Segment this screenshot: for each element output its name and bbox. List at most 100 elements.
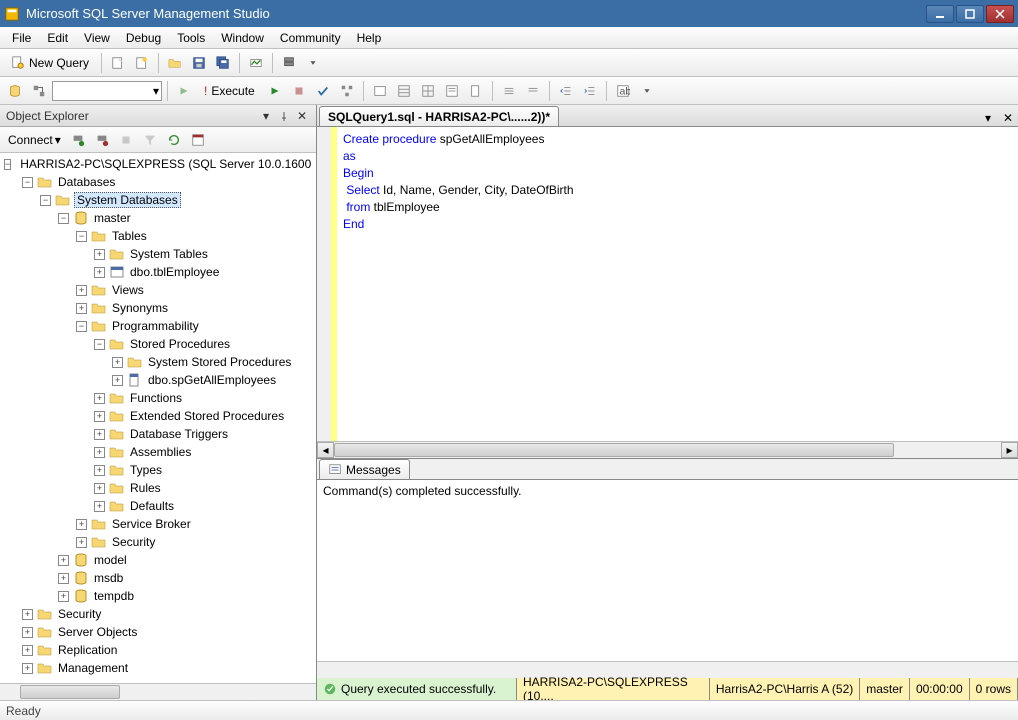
connect-server-icon[interactable]	[67, 129, 89, 151]
tree-tempdb[interactable]: +tempdb	[0, 587, 316, 605]
menu-debug[interactable]: Debug	[118, 27, 169, 48]
tree-server[interactable]: −HARRISA2-PC\SQLEXPRESS (SQL Server 10.0…	[0, 155, 316, 173]
scroll-left-icon[interactable]: ◂	[317, 442, 334, 458]
toolbar-overflow[interactable]	[302, 52, 324, 74]
menu-file[interactable]: File	[4, 27, 39, 48]
properties-icon[interactable]	[187, 129, 209, 151]
tree-security[interactable]: +Security	[0, 605, 316, 623]
close-icon[interactable]: ✕	[294, 108, 310, 124]
tree-system-databases[interactable]: −System Databases	[0, 191, 316, 209]
object-explorer-tree[interactable]: −HARRISA2-PC\SQLEXPRESS (SQL Server 10.0…	[0, 153, 316, 683]
tree-replication[interactable]: +Replication	[0, 641, 316, 659]
disconnect-server-icon[interactable]	[91, 129, 113, 151]
tree-horizontal-scrollbar[interactable]	[0, 683, 316, 700]
tree-views[interactable]: +Views	[0, 281, 316, 299]
panel-titlebar: Object Explorer ▾ ✕	[0, 105, 316, 127]
tree-msdb[interactable]: +msdb	[0, 569, 316, 587]
messages-tab[interactable]: Messages	[319, 459, 410, 479]
tab-close-icon[interactable]: ✕	[1000, 110, 1016, 126]
menu-edit[interactable]: Edit	[39, 27, 76, 48]
code-editor[interactable]: Create procedure spGetAllEmployees as Be…	[317, 127, 1018, 441]
tree-management[interactable]: +Management	[0, 659, 316, 677]
tree-database-triggers[interactable]: +Database Triggers	[0, 425, 316, 443]
editor-tab[interactable]: SQLQuery1.sql - HARRISA2-PC\......2))*	[319, 106, 559, 126]
execute-button[interactable]: ! Execute	[197, 80, 262, 102]
debug-button[interactable]	[173, 80, 195, 102]
new-file-button[interactable]	[131, 52, 153, 74]
menu-help[interactable]: Help	[349, 27, 390, 48]
comment-button[interactable]	[498, 80, 520, 102]
tree-rules[interactable]: +Rules	[0, 479, 316, 497]
specify-values-button[interactable]: ab	[612, 80, 634, 102]
tree-model[interactable]: +model	[0, 551, 316, 569]
editor-statusbar: Query executed successfully. HARRISA2-PC…	[317, 678, 1018, 700]
tree-defaults[interactable]: +Defaults	[0, 497, 316, 515]
menu-view[interactable]: View	[76, 27, 118, 48]
status-time: 00:00:00	[910, 678, 970, 700]
include-actual-plan-button[interactable]	[369, 80, 391, 102]
registered-servers-button[interactable]	[278, 52, 300, 74]
tree-spgetallemployees[interactable]: +dbo.spGetAllEmployees	[0, 371, 316, 389]
tree-programmability[interactable]: −Programmability	[0, 317, 316, 335]
tree-ext-stored-procedures[interactable]: +Extended Stored Procedures	[0, 407, 316, 425]
tree-service-broker[interactable]: +Service Broker	[0, 515, 316, 533]
open-file-button[interactable]	[164, 52, 186, 74]
menu-tools[interactable]: Tools	[169, 27, 213, 48]
tree-tables[interactable]: −Tables	[0, 227, 316, 245]
menu-window[interactable]: Window	[213, 27, 272, 48]
scroll-right-icon[interactable]: ▸	[1001, 442, 1018, 458]
toolbar2-overflow[interactable]	[636, 80, 658, 102]
editor-horizontal-scrollbar[interactable]: ◂ ▸	[317, 441, 1018, 458]
tree-server-objects[interactable]: +Server Objects	[0, 623, 316, 641]
new-project-button[interactable]	[107, 52, 129, 74]
pin-icon[interactable]	[276, 108, 292, 124]
stop-refresh-icon[interactable]	[115, 129, 137, 151]
refresh-icon[interactable]	[163, 129, 185, 151]
messages-content[interactable]: Command(s) completed successfully.	[317, 480, 1018, 661]
tab-dropdown-icon[interactable]: ▾	[980, 110, 996, 126]
chevron-down-icon[interactable]: ▾	[258, 108, 274, 124]
activity-monitor-button[interactable]	[245, 52, 267, 74]
tree-stored-procedures[interactable]: −Stored Procedures	[0, 335, 316, 353]
results-file-button[interactable]	[465, 80, 487, 102]
window-maximize-button[interactable]	[956, 5, 984, 23]
status-server: HARRISA2-PC\SQLEXPRESS (10....	[517, 678, 710, 700]
change-connection-button[interactable]	[28, 80, 50, 102]
stop-button[interactable]	[288, 80, 310, 102]
decrease-indent-button[interactable]	[555, 80, 577, 102]
database-icon[interactable]	[4, 80, 26, 102]
window-close-button[interactable]	[986, 5, 1014, 23]
debug-play-button[interactable]	[264, 80, 286, 102]
filter-icon[interactable]	[139, 129, 161, 151]
tree-security-inner[interactable]: +Security	[0, 533, 316, 551]
uncomment-button[interactable]	[522, 80, 544, 102]
save-all-button[interactable]	[212, 52, 234, 74]
tree-system-tables[interactable]: +System Tables	[0, 245, 316, 263]
menu-community[interactable]: Community	[272, 27, 349, 48]
new-query-button[interactable]: New Query	[4, 52, 96, 74]
save-button[interactable]	[188, 52, 210, 74]
results-grid-button[interactable]	[417, 80, 439, 102]
include-statistics-button[interactable]	[393, 80, 415, 102]
tree-databases[interactable]: −Databases	[0, 173, 316, 191]
results-text-button[interactable]	[441, 80, 463, 102]
window-minimize-button[interactable]	[926, 5, 954, 23]
increase-indent-button[interactable]	[579, 80, 601, 102]
tree-system-stored-procedures[interactable]: +System Stored Procedures	[0, 353, 316, 371]
tree-types[interactable]: +Types	[0, 461, 316, 479]
object-explorer-panel: Object Explorer ▾ ✕ Connect▾ −HARRISA2-P…	[0, 105, 317, 700]
status-rows: 0 rows	[970, 678, 1018, 700]
tree-functions[interactable]: +Functions	[0, 389, 316, 407]
parse-button[interactable]	[312, 80, 334, 102]
status-text: Ready	[6, 704, 41, 718]
tree-master[interactable]: −master	[0, 209, 316, 227]
display-plan-button[interactable]	[336, 80, 358, 102]
tree-synonyms[interactable]: +Synonyms	[0, 299, 316, 317]
gutter	[317, 127, 331, 441]
code-content[interactable]: Create procedure spGetAllEmployees as Be…	[337, 127, 580, 441]
connect-button[interactable]: Connect▾	[4, 131, 65, 149]
database-dropdown[interactable]: ▾	[52, 81, 162, 101]
scroll-thumb[interactable]	[334, 443, 894, 457]
tree-assemblies[interactable]: +Assemblies	[0, 443, 316, 461]
tree-tblemployee[interactable]: +dbo.tblEmployee	[0, 263, 316, 281]
